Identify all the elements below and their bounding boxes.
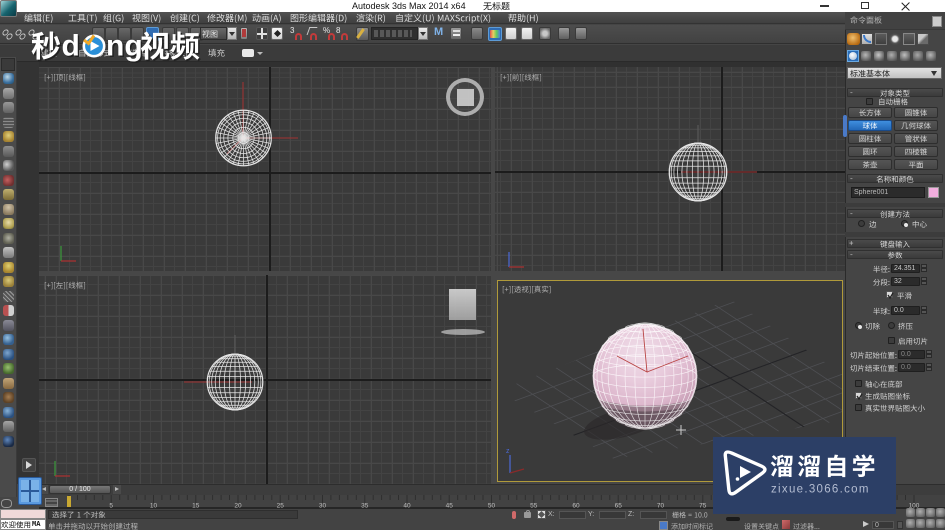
svg-text:zixue.3066.com: zixue.3066.com [771, 484, 870, 496]
svg-text:d: d [62, 30, 80, 63]
svg-text:ng: ng [106, 30, 143, 63]
